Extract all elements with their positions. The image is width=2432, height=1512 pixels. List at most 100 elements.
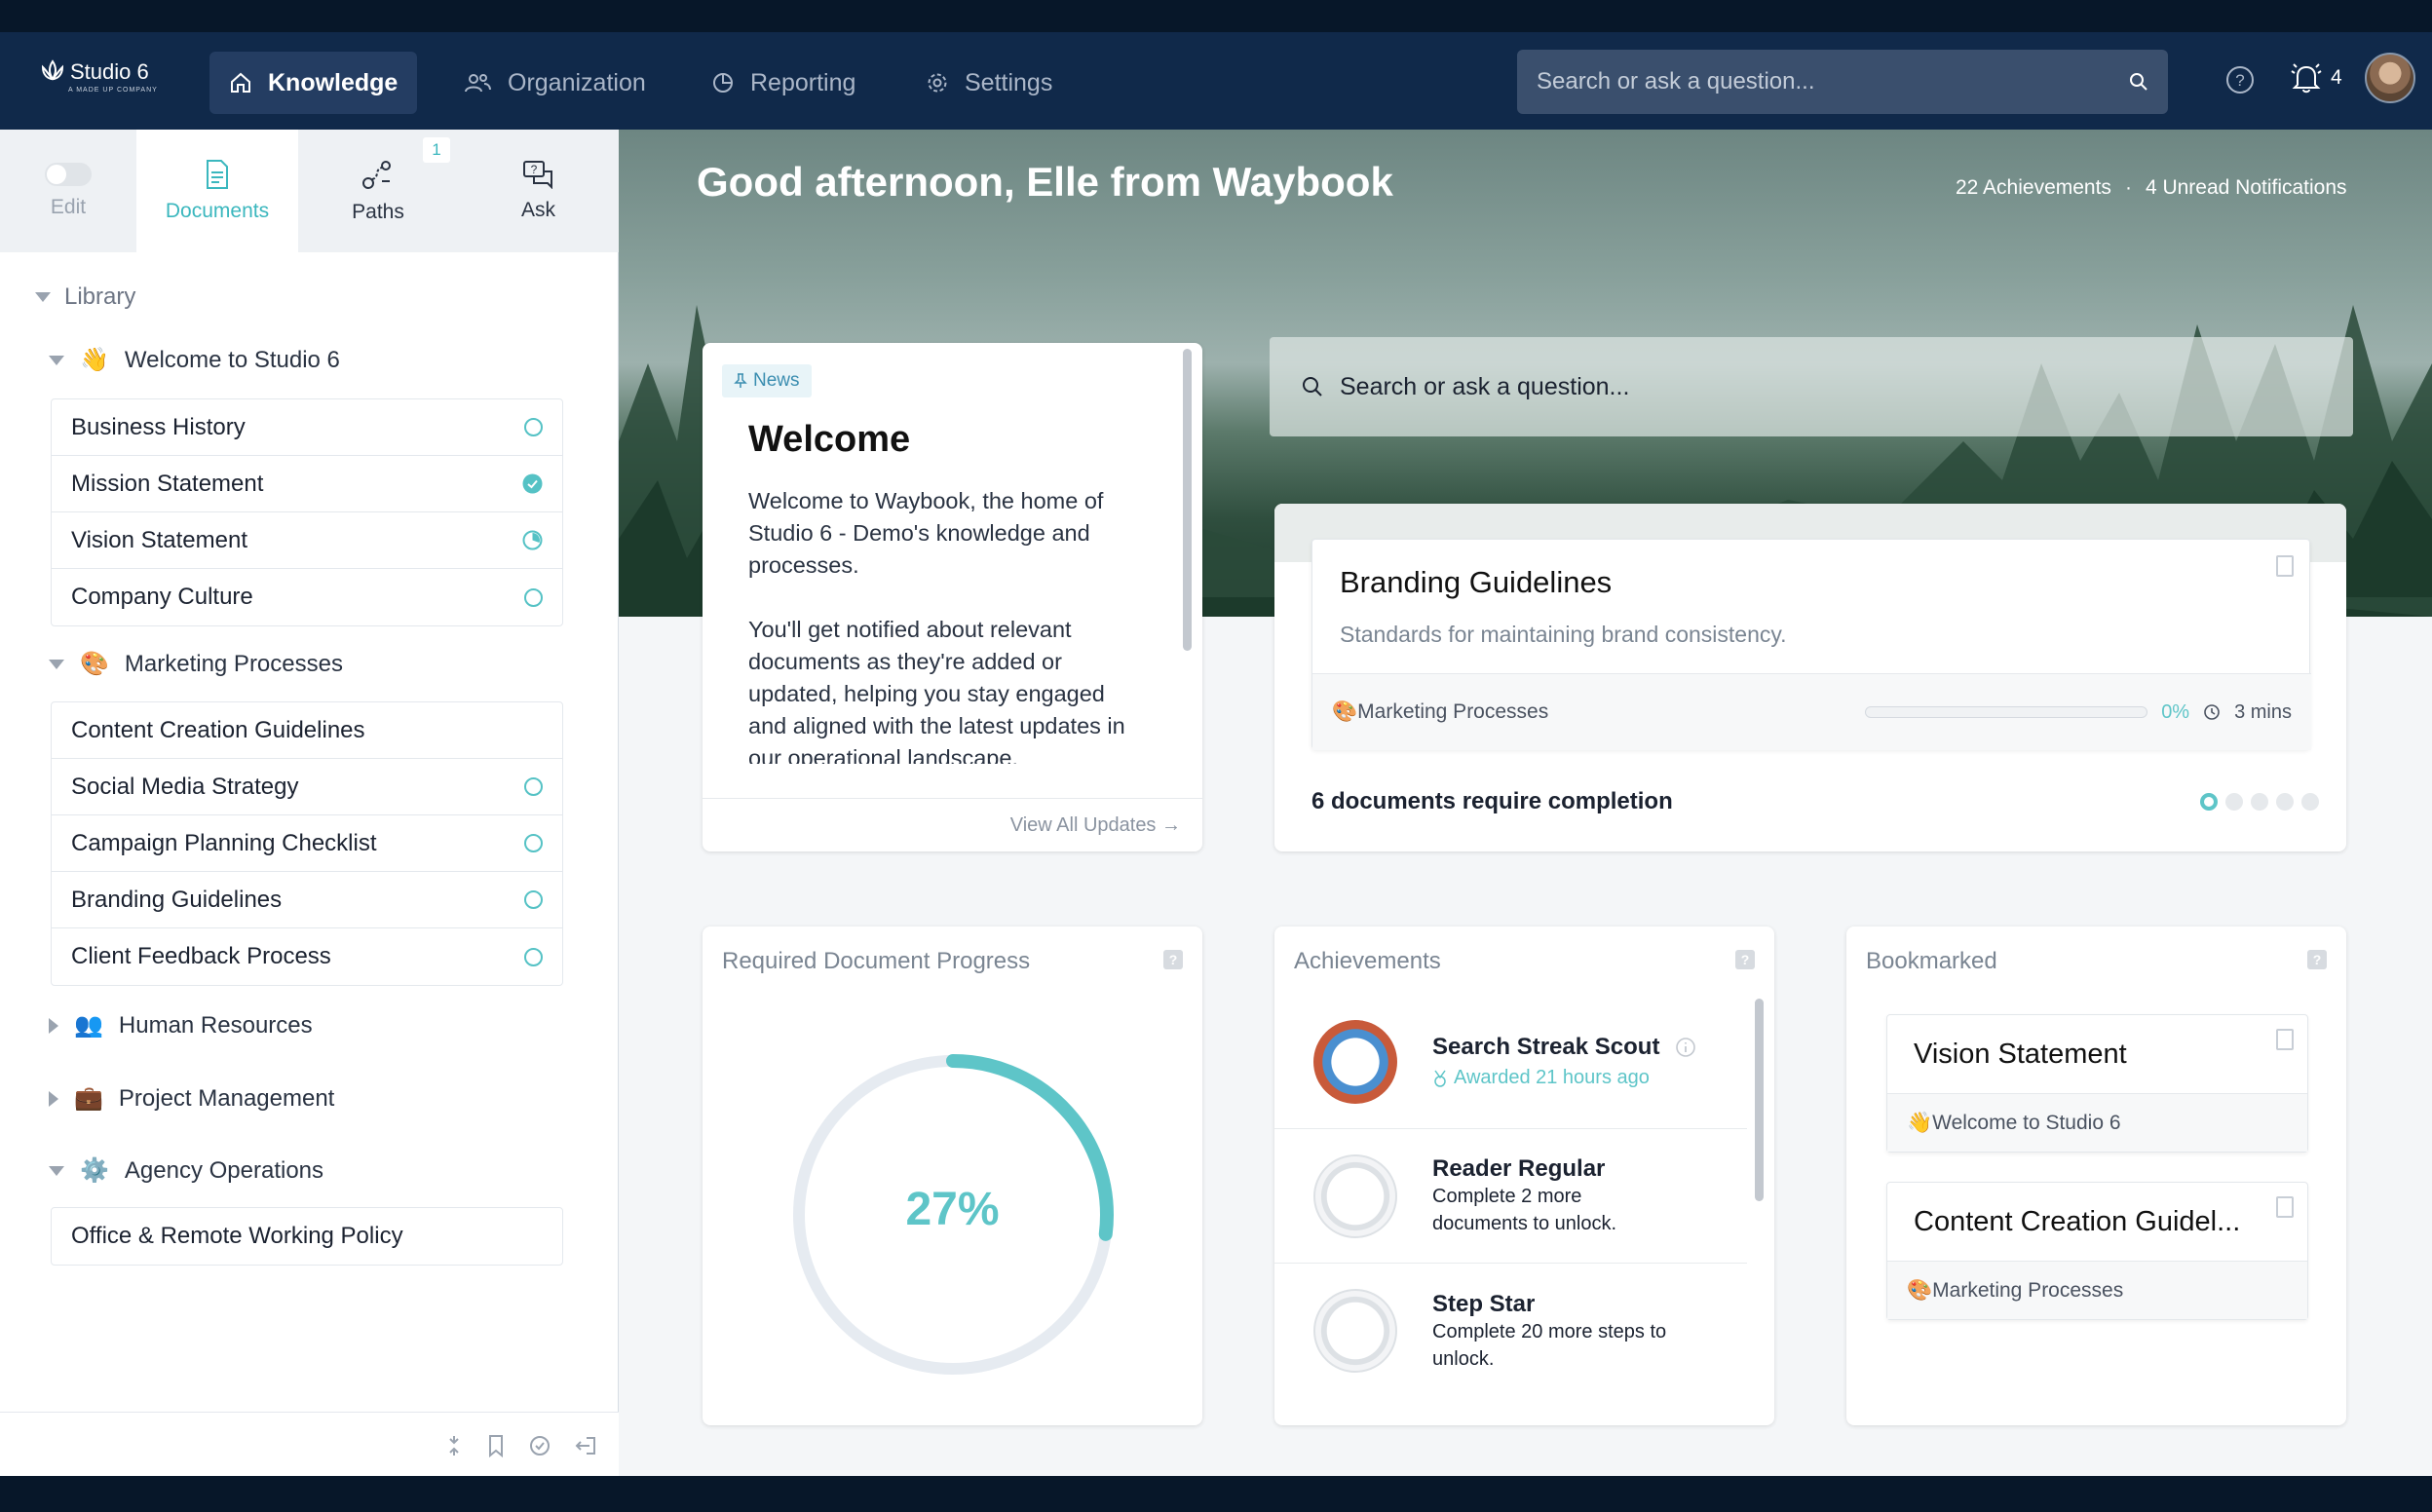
book-badge-icon <box>1313 1153 1397 1238</box>
bookmark-meta: 🎨Marketing Processes <box>1887 1261 2307 1319</box>
nav-tab-knowledge[interactable]: Knowledge <box>209 52 418 114</box>
card-title: Achievements <box>1294 948 1441 974</box>
info-icon <box>1676 1038 1696 1057</box>
bookmark-title: Content Creation Guidel... <box>1914 1206 2241 1237</box>
logo-text: Studio 6 <box>70 59 149 84</box>
sidebar-group-welcome[interactable]: 👋 Welcome to Studio 6 <box>49 346 340 374</box>
doc-label: Vision Statement <box>71 526 247 553</box>
news-paragraph: You'll get notified about relevant docum… <box>748 617 1125 764</box>
list-item[interactable]: Business History <box>52 399 562 456</box>
search-placeholder: Search or ask a question... <box>1537 68 1815 94</box>
scrollbar[interactable] <box>1183 349 1192 651</box>
home-icon <box>231 72 250 93</box>
achievement-item[interactable]: Search Streak Scout Awarded 21 hours ago <box>1274 995 1747 1129</box>
help-icon[interactable]: ? <box>2224 64 2256 95</box>
group-label: Human Resources <box>118 1011 313 1039</box>
sidebar-group-marketing[interactable]: 🎨 Marketing Processes <box>49 650 343 678</box>
carousel-dot[interactable] <box>2225 793 2243 811</box>
sidebar-group-hr[interactable]: 👥 Human Resources <box>49 1011 313 1040</box>
bookmark-item[interactable]: Content Creation Guidel... 🎨Marketing Pr… <box>1886 1182 2308 1320</box>
top-search-input[interactable]: Search or ask a question... <box>1517 50 2168 114</box>
bookmark-icon[interactable] <box>486 1434 506 1457</box>
achievement-status: Complete 20 more steps to unlock. <box>1432 1321 1667 1370</box>
avatar[interactable] <box>2365 53 2415 103</box>
achievement-name: Step Star <box>1432 1291 1536 1317</box>
list-item[interactable]: Vision Statement <box>52 512 562 569</box>
progress-bar <box>1865 706 2148 718</box>
bookmark-item[interactable]: Vision Statement 👋Welcome to Studio 6 <box>1886 1014 2308 1153</box>
path-icon <box>362 161 391 189</box>
list-item[interactable]: Office & Remote Working Policy <box>52 1208 562 1265</box>
view-all-updates-link[interactable]: View All Updates → <box>1010 814 1181 837</box>
nav-tab-settings[interactable]: Settings <box>906 52 1072 114</box>
doc-label: Company Culture <box>71 584 253 610</box>
help-icon[interactable]: ? <box>1735 950 1755 969</box>
carousel-dot[interactable] <box>2200 793 2218 811</box>
notifications-button[interactable]: 4 <box>2288 59 2342 96</box>
lotus-icon <box>41 59 64 81</box>
list-item[interactable]: Mission Statement <box>52 456 562 512</box>
carousel-dot[interactable] <box>2276 793 2294 811</box>
tab-ask[interactable]: ? Ask <box>458 130 619 252</box>
tab-documents[interactable]: Documents <box>136 130 298 252</box>
document-list: Business History Mission Statement Visio… <box>51 398 563 626</box>
achievements-count-link[interactable]: 22 Achievements <box>1956 176 2111 200</box>
doc-label: Campaign Planning Checklist <box>71 829 377 856</box>
list-item[interactable]: Campaign Planning Checklist <box>52 815 562 872</box>
bookmark-title: Vision Statement <box>1914 1039 2127 1070</box>
news-card: News Welcome Welcome to Waybook, the hom… <box>703 343 1202 851</box>
nav-tab-label: Knowledge <box>268 68 399 96</box>
achievement-item[interactable]: Reader Regular Complete 2 more documents… <box>1274 1129 1747 1264</box>
list-item[interactable]: Branding Guidelines <box>52 872 562 928</box>
carousel-dot[interactable] <box>2251 793 2268 811</box>
help-icon[interactable]: ? <box>1163 950 1183 969</box>
edit-label: Edit <box>50 196 87 218</box>
logo[interactable]: Studio 6 A MADE UP COMPANY <box>39 57 166 112</box>
achievement-item[interactable]: Step Star Complete 20 more steps to unlo… <box>1274 1264 1747 1398</box>
required-progress-card: Required Document Progress ? 27% <box>703 926 1202 1425</box>
library-header[interactable]: Library <box>35 284 135 311</box>
carousel-dots <box>2200 793 2319 811</box>
sidebar-group-project-management[interactable]: 💼 Project Management <box>49 1084 334 1113</box>
achievement-name: Reader Regular <box>1432 1154 1606 1182</box>
sidebar-group-agency-operations[interactable]: ⚙️ Agency Operations <box>49 1156 323 1185</box>
main-search-input[interactable]: Search or ask a question... <box>1270 337 2353 436</box>
doc-label: Content Creation Guidelines <box>71 716 365 743</box>
edit-toggle[interactable]: Edit <box>0 130 136 252</box>
nav-tab-reporting[interactable]: Reporting <box>692 52 875 114</box>
search-icon <box>2130 73 2147 91</box>
tab-label: Ask <box>520 199 555 221</box>
doc-label: Business History <box>71 413 246 440</box>
check-circle-outline-icon[interactable] <box>528 1434 551 1457</box>
list-item[interactable]: Content Creation Guidelines <box>52 702 562 759</box>
carousel-dot[interactable] <box>2301 793 2319 811</box>
list-item[interactable]: Social Media Strategy <box>52 759 562 815</box>
bookmark-meta: 👋Welcome to Studio 6 <box>1887 1093 2307 1152</box>
document-description: Standards for maintaining brand consiste… <box>1340 622 1787 647</box>
help-icon[interactable]: ? <box>2307 950 2327 969</box>
nav-tab-organization[interactable]: Organization <box>443 52 665 114</box>
unread-notifications-link[interactable]: 4 Unread Notifications <box>2146 176 2347 200</box>
collapse-all-icon[interactable] <box>444 1434 464 1457</box>
palette-icon: 🎨 <box>80 651 109 677</box>
scrollbar[interactable] <box>1755 999 1764 1201</box>
document-title: Branding Guidelines <box>1340 565 1613 599</box>
clock-icon <box>2204 704 2220 720</box>
sidebar-tabs: Edit Documents Paths 1 ? Ask <box>0 130 619 252</box>
document-icon <box>2276 1029 2294 1050</box>
tab-paths[interactable]: Paths 1 <box>298 130 458 252</box>
unstarted-status-icon <box>524 947 543 966</box>
required-document-item[interactable]: Branding Guidelines Standards for mainta… <box>1311 539 2311 750</box>
list-item[interactable]: Company Culture <box>52 569 562 625</box>
doc-label: Mission Statement <box>71 470 264 497</box>
people-emoji-icon: 👥 <box>74 1012 103 1039</box>
news-body: Welcome to Waybook, the home of Studio 6… <box>748 485 1148 764</box>
expand-caret-icon <box>49 1017 58 1034</box>
user-stats: 22 Achievements · 4 Unread Notifications <box>1956 176 2347 200</box>
unstarted-status-icon <box>524 587 543 607</box>
toggle-switch[interactable] <box>45 163 92 186</box>
collapse-sidebar-icon[interactable] <box>573 1434 598 1457</box>
main-content: Good afternoon, Elle from Waybook 22 Ach… <box>619 130 2432 1476</box>
list-item[interactable]: Client Feedback Process <box>52 928 562 985</box>
bell-icon <box>2291 63 2322 94</box>
